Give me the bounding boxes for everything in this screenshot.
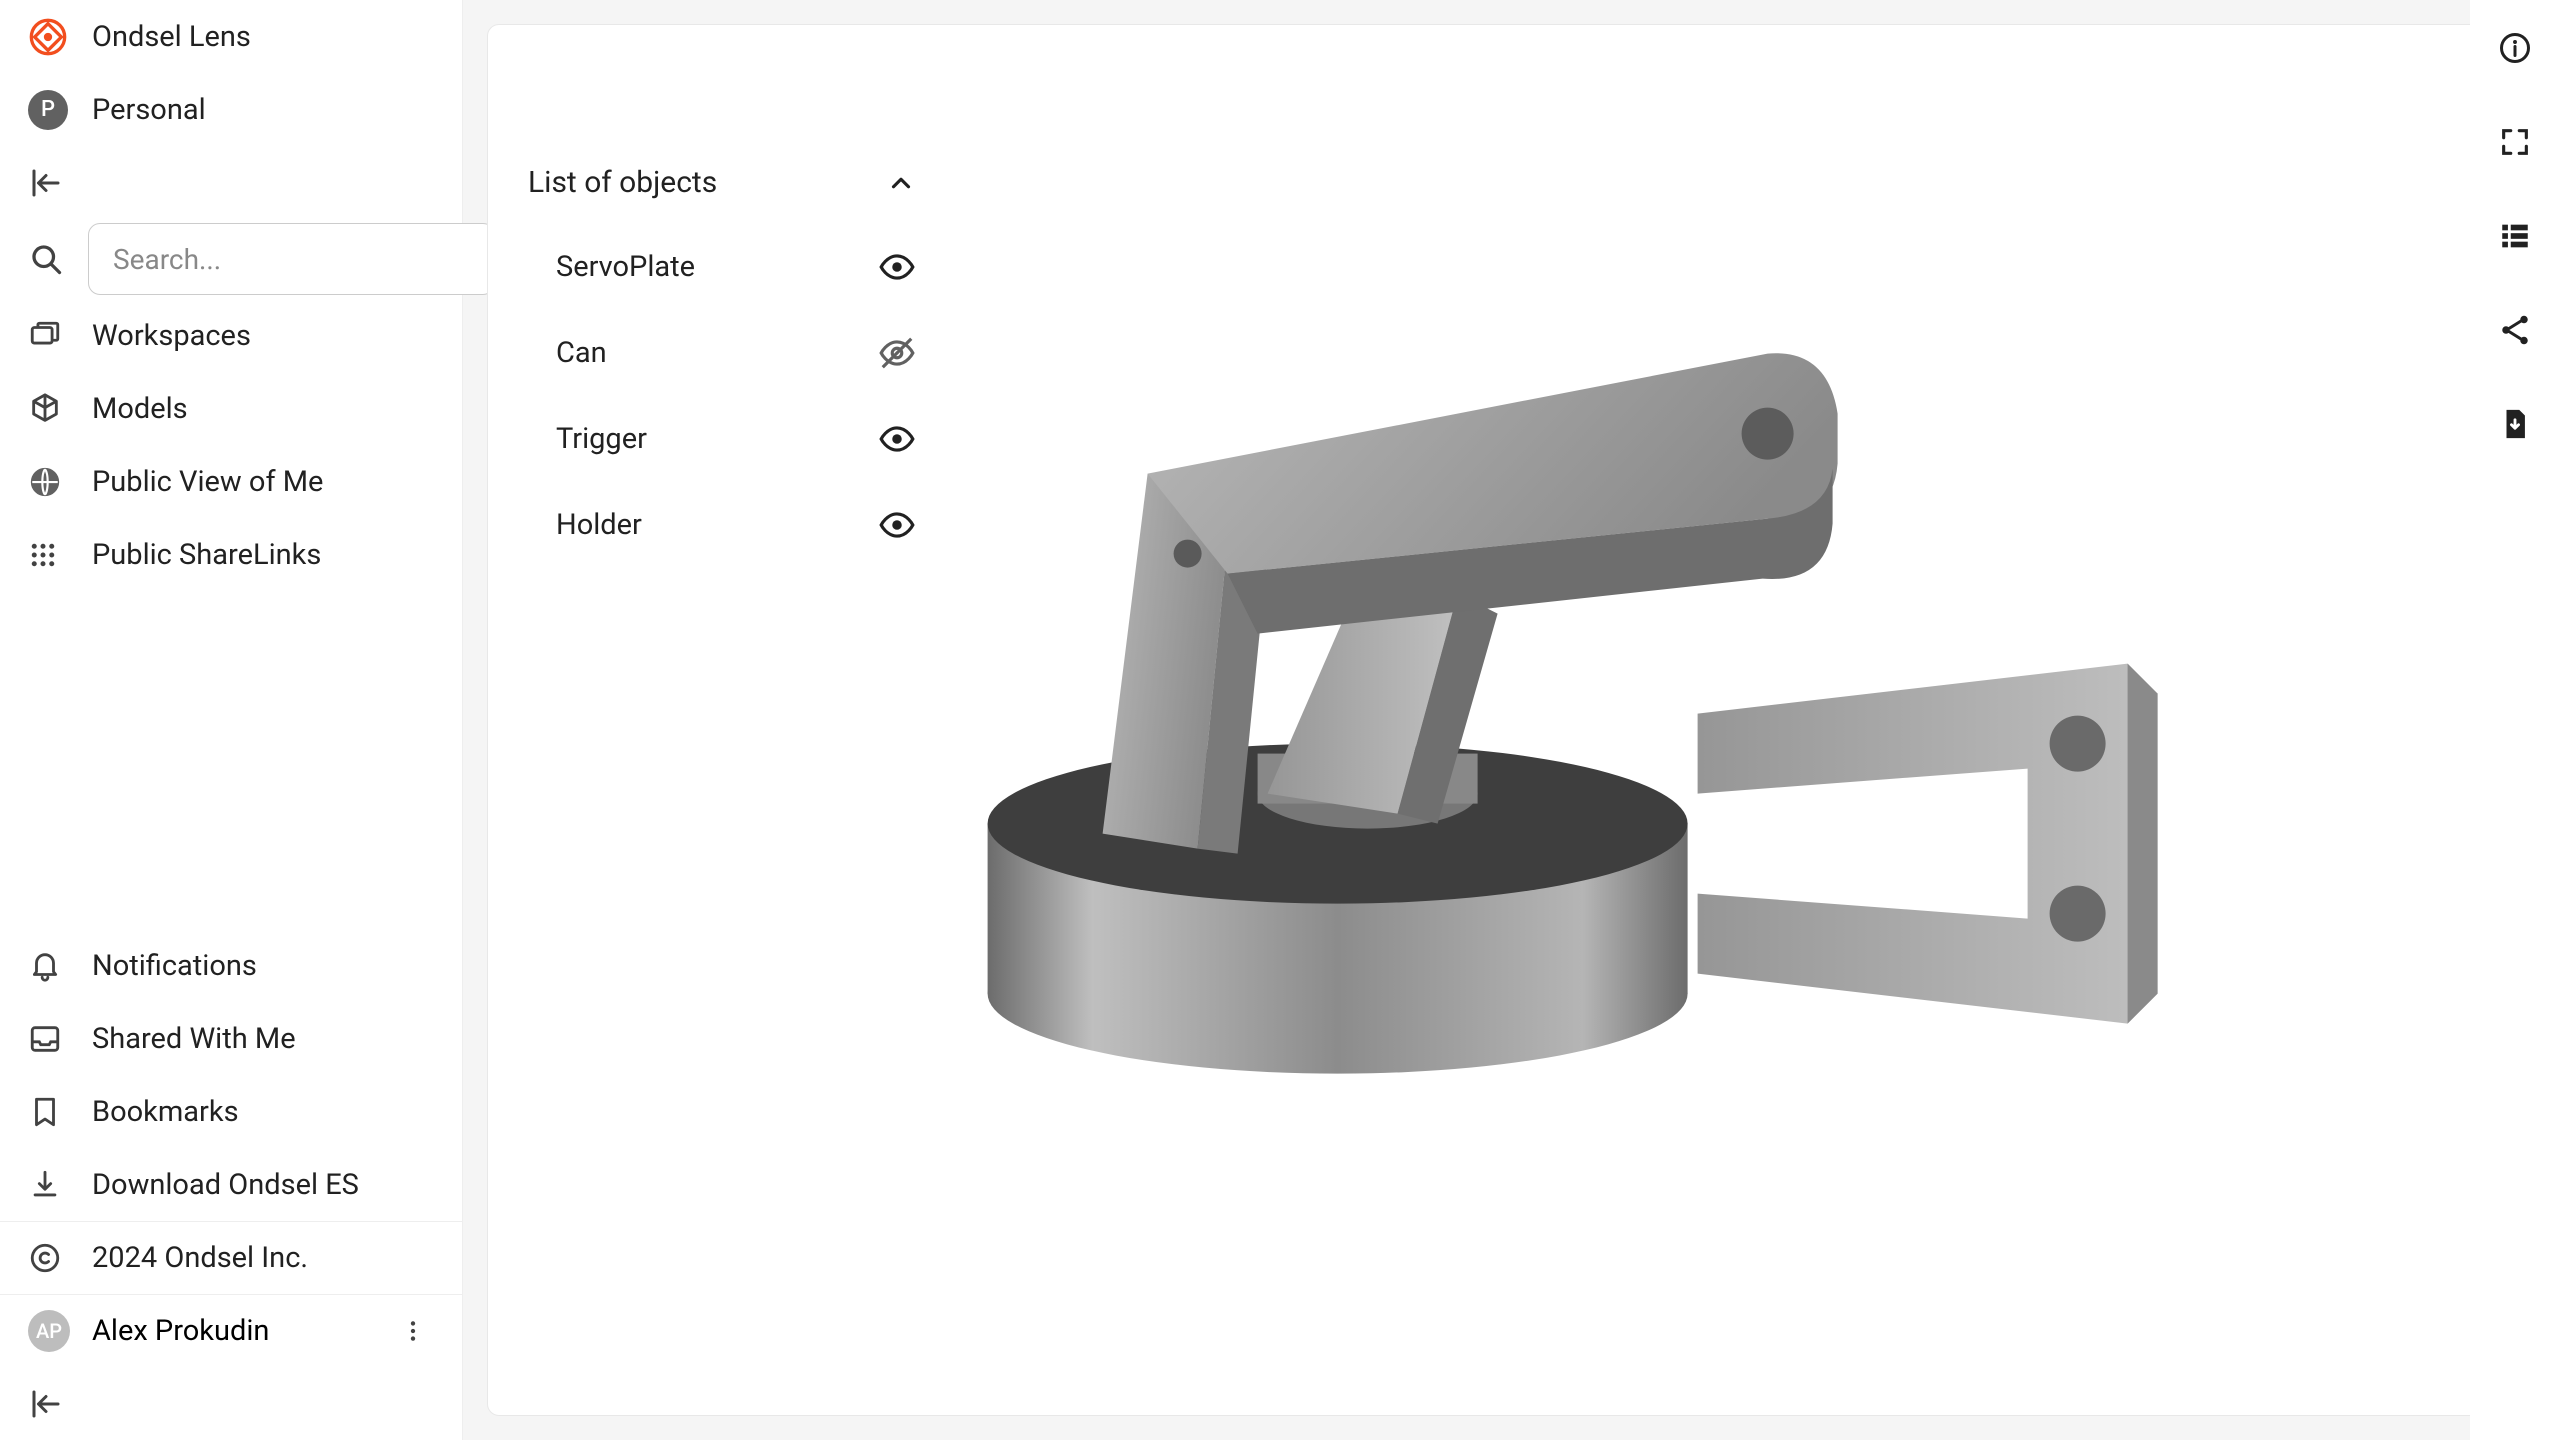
nav-public-view[interactable]: Public View of Me — [0, 445, 462, 518]
nav-sharelinks[interactable]: Public ShareLinks — [0, 518, 462, 591]
collapse-sidebar-button-bottom[interactable] — [0, 1367, 462, 1440]
app-logo-icon — [28, 17, 92, 57]
nav-shared-label: Shared With Me — [92, 1022, 296, 1056]
profile-row[interactable]: P Personal — [0, 73, 462, 146]
share-button[interactable] — [2491, 306, 2539, 354]
user-name: Alex Prokudin — [92, 1314, 269, 1348]
grid-icon — [28, 540, 92, 570]
object-name: Can — [556, 336, 607, 370]
info-button[interactable] — [2491, 24, 2539, 72]
visibility-toggle[interactable] — [878, 248, 916, 286]
sidebar: Ondsel Lens P Personal Workspaces — [0, 0, 463, 1440]
copyright-icon — [28, 1241, 92, 1275]
bookmark-icon — [28, 1095, 92, 1129]
right-rail — [2470, 0, 2560, 1440]
workspaces-icon — [28, 319, 92, 353]
object-name: Holder — [556, 508, 642, 542]
search-input[interactable] — [88, 223, 495, 295]
nav-bookmarks-label: Bookmarks — [92, 1095, 239, 1129]
fullscreen-button[interactable] — [2491, 118, 2539, 166]
copyright-label: 2024 Ondsel Inc. — [92, 1241, 308, 1275]
nav-sharelinks-label: Public ShareLinks — [92, 538, 321, 572]
nav-shared[interactable]: Shared With Me — [0, 1002, 462, 1075]
model-render — [897, 294, 2177, 1114]
user-row[interactable]: AP Alex Prokudin — [0, 1294, 462, 1367]
copyright-row: 2024 Ondsel Inc. — [0, 1221, 462, 1294]
models-icon — [28, 392, 92, 426]
nav-download-label: Download Ondsel ES — [92, 1168, 359, 1202]
nav-workspaces-label: Workspaces — [92, 319, 251, 353]
object-name: ServoPlate — [556, 250, 695, 284]
user-more-button[interactable] — [392, 1310, 434, 1352]
objects-panel: List of objects ServoPlate Can Trigger — [528, 165, 928, 568]
sidebar-top: Ondsel Lens P Personal Workspaces — [0, 0, 462, 591]
user-initials: AP — [28, 1310, 70, 1352]
nav-public-view-label: Public View of Me — [92, 465, 323, 499]
viewport-card[interactable]: List of objects ServoPlate Can Trigger — [487, 24, 2536, 1416]
list-view-button[interactable] — [2491, 212, 2539, 260]
objects-header-label: List of objects — [528, 165, 717, 200]
object-row-trigger[interactable]: Trigger — [528, 396, 928, 482]
download-icon — [28, 1168, 92, 1202]
search-row — [0, 219, 462, 299]
profile-initial: P — [28, 90, 68, 130]
nav-models-label: Models — [92, 392, 188, 426]
main-area: List of objects ServoPlate Can Trigger — [463, 0, 2560, 1440]
chevron-up-icon — [886, 168, 916, 198]
sidebar-bottom: Notifications Shared With Me Bookmarks D… — [0, 929, 462, 1440]
search-icon[interactable] — [28, 241, 64, 277]
bell-icon — [28, 949, 92, 983]
objects-header[interactable]: List of objects — [528, 165, 928, 224]
app-title: Ondsel Lens — [92, 20, 251, 54]
collapse-sidebar-button[interactable] — [0, 146, 462, 219]
globe-icon — [28, 465, 92, 499]
nav-models[interactable]: Models — [0, 372, 462, 445]
nav-download[interactable]: Download Ondsel ES — [0, 1148, 462, 1221]
app-title-row[interactable]: Ondsel Lens — [0, 0, 462, 73]
profile-label: Personal — [92, 93, 206, 127]
export-button[interactable] — [2491, 400, 2539, 448]
nav-workspaces[interactable]: Workspaces — [0, 299, 462, 372]
object-row-servoplate[interactable]: ServoPlate — [528, 224, 928, 310]
object-name: Trigger — [556, 422, 647, 456]
object-row-can[interactable]: Can — [528, 310, 928, 396]
object-row-holder[interactable]: Holder — [528, 482, 928, 568]
nav-notifications-label: Notifications — [92, 949, 257, 983]
profile-badge-icon: P — [28, 90, 92, 130]
inbox-icon — [28, 1022, 92, 1056]
user-avatar-icon: AP — [28, 1310, 92, 1352]
nav-notifications[interactable]: Notifications — [0, 929, 462, 1002]
nav-bookmarks[interactable]: Bookmarks — [0, 1075, 462, 1148]
